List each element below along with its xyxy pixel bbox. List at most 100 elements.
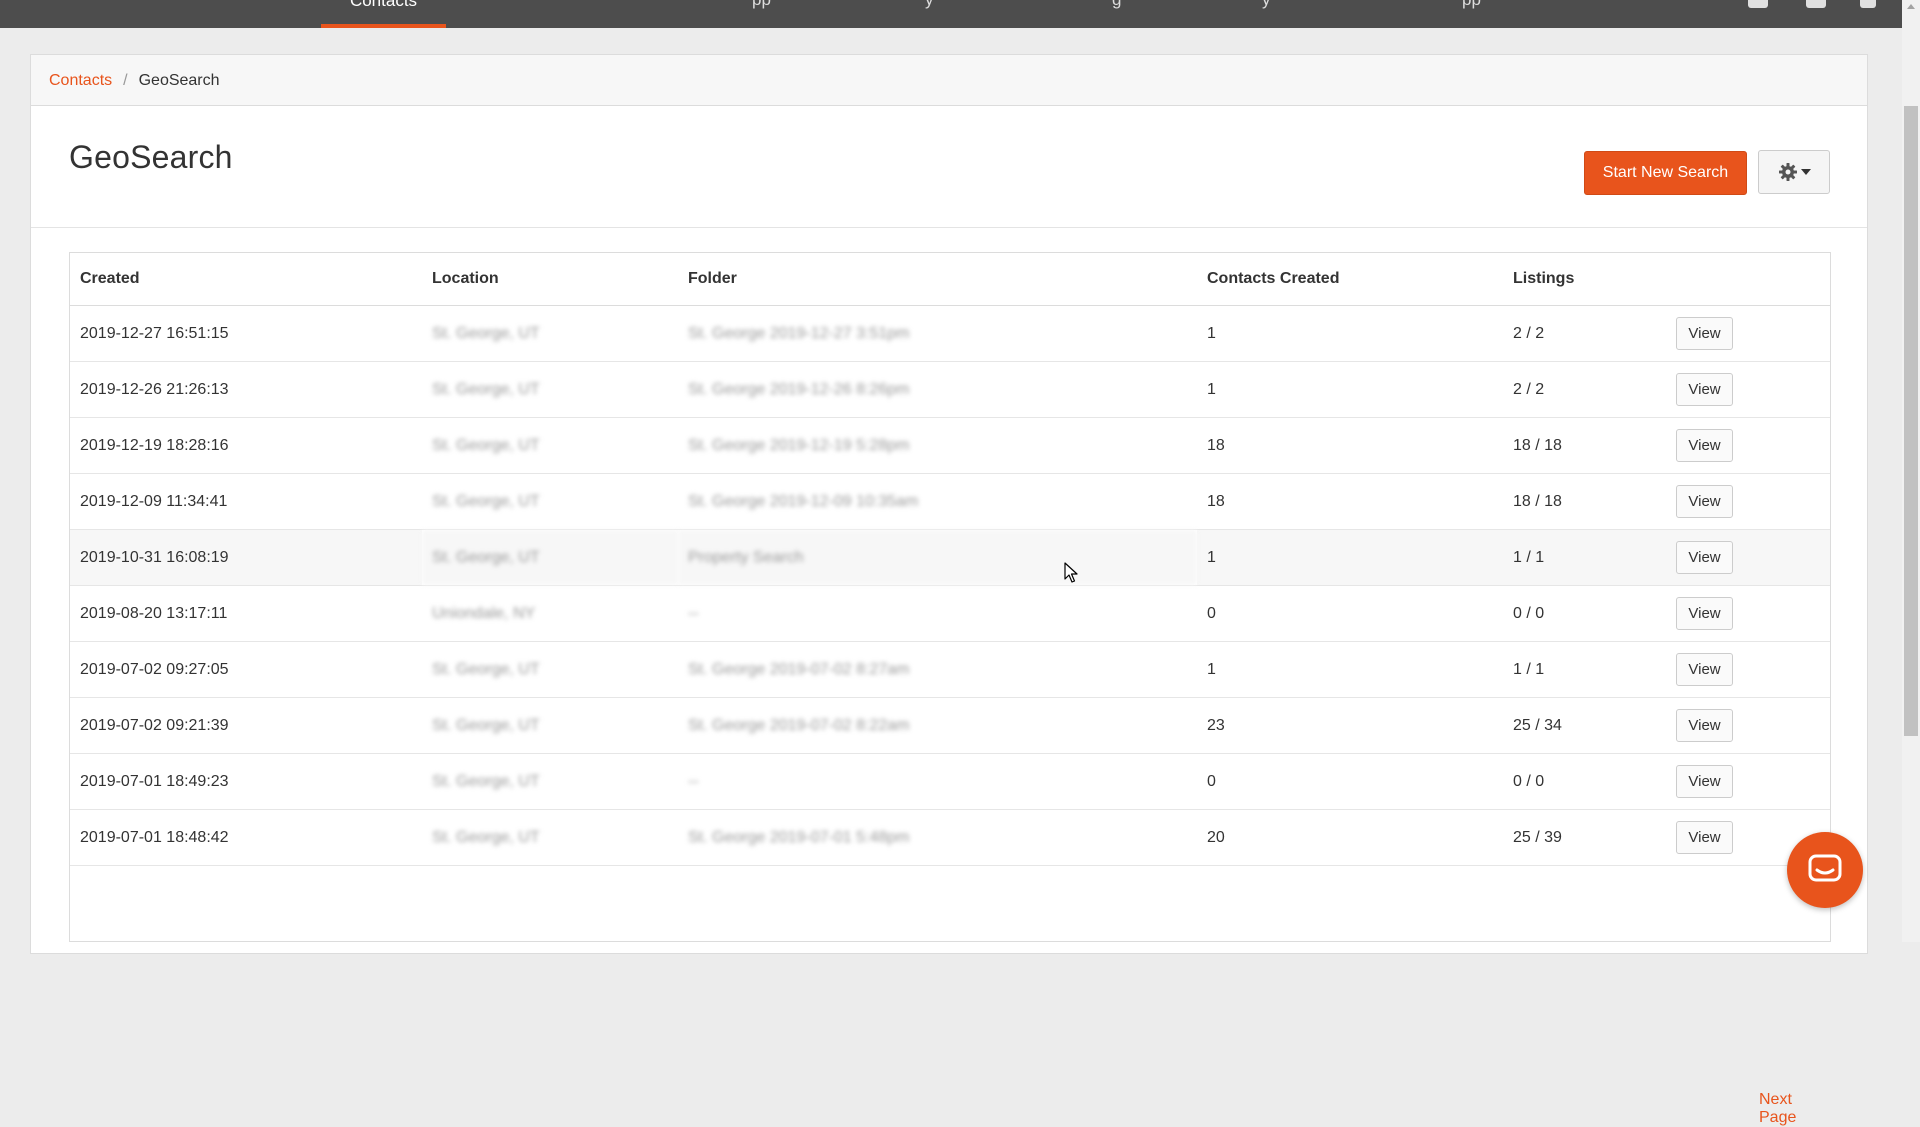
cell-created: 2019-07-02 09:21:39: [70, 697, 422, 754]
cell-contacts-created: 20: [1197, 809, 1503, 866]
scrollbar-thumb[interactable]: [1904, 106, 1918, 736]
cell-actions: View: [1666, 641, 1830, 698]
page-header: GeoSearch Start New Search: [31, 107, 1867, 228]
cell-folder: St. George 2019-12-27 3:51pm: [678, 305, 1197, 362]
cell-folder: St. George 2019-07-02 8:27am: [678, 641, 1197, 698]
cell-created: 2019-07-02 09:27:05: [70, 641, 422, 698]
apps-icon[interactable]: [1860, 0, 1876, 8]
column-header-created[interactable]: Created: [70, 253, 422, 306]
cell-folder: St. George 2019-12-09 10:35am: [678, 473, 1197, 530]
nav-item[interactable]: g: [1112, 0, 1121, 10]
cell-location: St. George, UT: [422, 473, 678, 530]
settings-dropdown-button[interactable]: [1758, 150, 1830, 194]
cell-location: St. George, UT: [422, 809, 678, 866]
cell-actions: View: [1666, 585, 1830, 642]
nav-item[interactable]: y: [925, 0, 934, 10]
cell-actions: View: [1666, 697, 1830, 754]
nav-item[interactable]: pp: [1462, 0, 1481, 10]
cell-created: 2019-12-26 21:26:13: [70, 361, 422, 418]
cell-listings: 0 / 0: [1503, 585, 1666, 642]
page-title: GeoSearch: [69, 139, 233, 175]
cell-listings: 1 / 1: [1503, 529, 1666, 586]
cell-created: 2019-12-09 11:34:41: [70, 473, 422, 530]
cell-actions: View: [1666, 417, 1830, 474]
table-row: 2019-10-31 16:08:19 St. George, UT Prope…: [70, 529, 1830, 586]
view-button[interactable]: View: [1676, 821, 1733, 854]
cell-contacts-created: 1: [1197, 529, 1503, 586]
gear-icon: [1778, 163, 1797, 181]
mail-icon[interactable]: [1806, 0, 1826, 8]
cell-contacts-created: 1: [1197, 305, 1503, 362]
geosearch-table-container: Created Location Folder Contacts Created…: [69, 252, 1831, 1126]
cell-contacts-created: 18: [1197, 473, 1503, 530]
cell-listings: 25 / 39: [1503, 809, 1666, 866]
breadcrumb: Contacts / GeoSearch: [31, 55, 1867, 106]
cell-listings: 2 / 2: [1503, 361, 1666, 418]
cell-location: St. George, UT: [422, 641, 678, 698]
cell-listings: 1 / 1: [1503, 641, 1666, 698]
cell-contacts-created: 23: [1197, 697, 1503, 754]
chat-launcher-button[interactable]: [1787, 832, 1863, 908]
table-row: 2019-12-27 16:51:15 St. George, UT St. G…: [70, 305, 1830, 362]
nav-item[interactable]: pp: [752, 0, 771, 10]
cell-actions: View: [1666, 529, 1830, 586]
cell-contacts-created: 1: [1197, 641, 1503, 698]
view-button[interactable]: View: [1676, 597, 1733, 630]
nav-item-contacts[interactable]: Contacts: [321, 0, 446, 11]
cell-actions: View: [1666, 473, 1830, 530]
cell-location: St. George, UT: [422, 529, 678, 586]
view-button[interactable]: View: [1676, 429, 1733, 462]
cell-contacts-created: 18: [1197, 417, 1503, 474]
view-button[interactable]: View: [1676, 317, 1733, 350]
cell-created: 2019-08-20 13:17:11: [70, 585, 422, 642]
notification-icon[interactable]: [1748, 0, 1768, 8]
cell-contacts-created: 0: [1197, 585, 1503, 642]
cell-contacts-created: 1: [1197, 361, 1503, 418]
cell-folder: --: [678, 753, 1197, 810]
cell-folder: St. George 2019-12-19 5:28pm: [678, 417, 1197, 474]
geosearch-table: Created Location Folder Contacts Created…: [70, 253, 1830, 866]
cell-location: St. George, UT: [422, 753, 678, 810]
cell-folder: St. George 2019-12-26 8:26pm: [678, 361, 1197, 418]
cell-location: St. George, UT: [422, 697, 678, 754]
table-header-row: Created Location Folder Contacts Created…: [70, 253, 1830, 306]
table-row: 2019-07-02 09:21:39 St. George, UT St. G…: [70, 697, 1830, 754]
view-button[interactable]: View: [1676, 709, 1733, 742]
cell-created: 2019-12-19 18:28:16: [70, 417, 422, 474]
view-button[interactable]: View: [1676, 765, 1733, 798]
view-button[interactable]: View: [1676, 373, 1733, 406]
next-page-link[interactable]: Next Page: [1759, 1091, 1830, 1127]
cell-location: St. George, UT: [422, 305, 678, 362]
cell-listings: 25 / 34: [1503, 697, 1666, 754]
cell-location: St. George, UT: [422, 361, 678, 418]
table-row: 2019-12-19 18:28:16 St. George, UT St. G…: [70, 417, 1830, 474]
column-header-folder[interactable]: Folder: [678, 253, 1197, 306]
cell-created: 2019-12-27 16:51:15: [70, 305, 422, 362]
cell-listings: 2 / 2: [1503, 305, 1666, 362]
view-button[interactable]: View: [1676, 485, 1733, 518]
cell-folder: Property Search: [678, 529, 1197, 586]
view-button[interactable]: View: [1676, 653, 1733, 686]
table-row: 2019-08-20 13:17:11 Uniondale, NY -- 0 0…: [70, 585, 1830, 642]
cell-listings: 18 / 18: [1503, 417, 1666, 474]
cell-listings: 0 / 0: [1503, 753, 1666, 810]
breadcrumb-separator: /: [123, 72, 128, 89]
content-card: Contacts / GeoSearch GeoSearch Start New S…: [30, 54, 1868, 1126]
nav-active-indicator: [321, 24, 446, 28]
cell-location: St. George, UT: [422, 417, 678, 474]
column-header-listings[interactable]: Listings: [1503, 253, 1666, 306]
cell-created: 2019-10-31 16:08:19: [70, 529, 422, 586]
view-button[interactable]: View: [1676, 541, 1733, 574]
mouse-cursor-icon: [1064, 562, 1078, 583]
caret-down-icon: [1800, 169, 1811, 175]
cell-folder: St. George 2019-07-01 5:48pm: [678, 809, 1197, 866]
nav-item[interactable]: y: [1262, 0, 1271, 10]
column-header-contacts-created[interactable]: Contacts Created: [1197, 253, 1503, 306]
scroll-up-arrow-icon[interactable]: [1907, 4, 1915, 9]
table-row: 2019-12-26 21:26:13 St. George, UT St. G…: [70, 361, 1830, 418]
table-row: 2019-07-01 18:49:23 St. George, UT -- 0 …: [70, 753, 1830, 810]
cell-actions: View: [1666, 753, 1830, 810]
column-header-location[interactable]: Location: [422, 253, 678, 306]
breadcrumb-contacts-link[interactable]: Contacts: [49, 72, 112, 89]
start-new-search-button[interactable]: Start New Search: [1584, 151, 1747, 195]
